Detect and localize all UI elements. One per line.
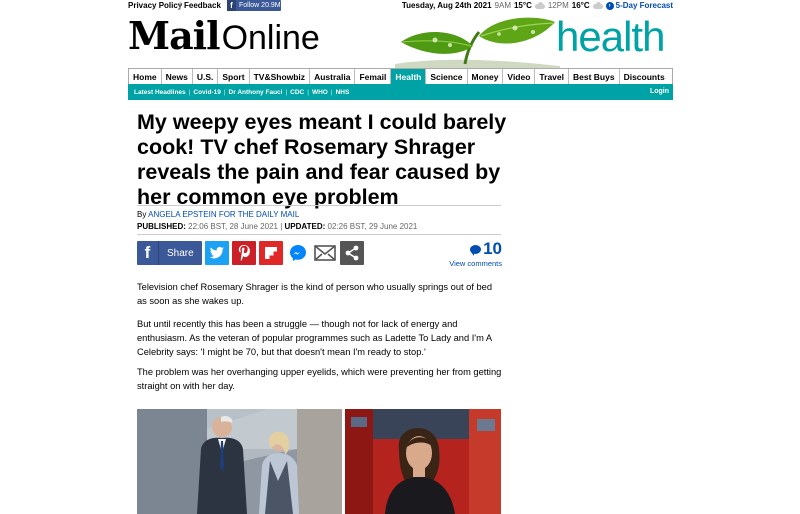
weather-time-1: 9AM xyxy=(494,1,511,10)
main-nav: Home News U.S. Sport TV&Showbiz Australi… xyxy=(128,68,673,84)
divider: | xyxy=(307,88,309,96)
article-headline: My weepy eyes meant I could barely cook!… xyxy=(137,110,507,209)
subnav-item-nhs[interactable]: NHS xyxy=(333,89,353,96)
published-label: PUBLISHED: xyxy=(137,222,186,231)
divider: | xyxy=(188,88,191,96)
nav-item-best-buys[interactable]: Best Buys xyxy=(569,69,620,84)
nav-item-sport[interactable]: Sport xyxy=(218,69,250,84)
article-paragraph: Television chef Rosemary Shrager is the … xyxy=(137,282,493,306)
weather-temp-2: 16°C xyxy=(571,1,590,10)
nav-item-home[interactable]: Home xyxy=(129,69,162,84)
share-label: Share xyxy=(167,247,194,259)
weather-temp-1: 15°C xyxy=(513,1,532,10)
subnav-item-who[interactable]: WHO xyxy=(309,89,331,96)
section-title: health xyxy=(556,13,665,60)
weather-time-2: 12PM xyxy=(547,1,569,10)
subnav-item-fauci[interactable]: Dr Anthony Fauci xyxy=(226,89,286,96)
article-dates: PUBLISHED: 22:06 BST, 28 June 2021 | UPD… xyxy=(137,222,417,231)
logo-online: Online xyxy=(221,19,320,57)
comment-bubble-icon xyxy=(470,244,482,256)
divider: | xyxy=(285,88,288,96)
facebook-share-button[interactable]: f Share xyxy=(137,241,202,265)
twitter-share-button[interactable] xyxy=(205,241,229,265)
comment-count-value: 10 xyxy=(483,239,502,258)
divider: | xyxy=(330,88,333,96)
privacy-policy-link[interactable]: Privacy Policy xyxy=(128,1,182,10)
updated-label: UPDATED: xyxy=(284,222,326,231)
divider xyxy=(137,205,501,206)
nav-item-tvshowbiz[interactable]: TV&Showbiz xyxy=(250,69,311,84)
envelope-icon xyxy=(314,245,336,261)
twitter-icon xyxy=(209,246,224,259)
article-image xyxy=(137,409,501,514)
comment-count[interactable]: 10 xyxy=(447,239,502,259)
pinterest-icon xyxy=(238,245,250,261)
author-link[interactable]: ANGELA EPSTEIN FOR THE DAILY MAIL xyxy=(148,210,299,219)
nav-item-health[interactable]: Health xyxy=(391,69,427,84)
login-link[interactable]: Login xyxy=(650,88,669,95)
nav-item-travel[interactable]: Travel xyxy=(535,69,569,84)
nav-item-femail[interactable]: Femail xyxy=(355,69,392,84)
flipboard-icon xyxy=(265,247,277,259)
flipboard-share-button[interactable] xyxy=(259,241,283,265)
subnav-item-latest-headlines[interactable]: Latest Headlines xyxy=(131,89,189,96)
subnav-item-covid[interactable]: Covid-19 xyxy=(190,89,223,96)
messenger-icon xyxy=(290,245,306,261)
sub-nav: Latest Headlines | Covid-19 | Dr Anthony… xyxy=(128,84,673,100)
article-paragraph: The problem was her overhanging upper ey… xyxy=(137,367,502,391)
cloud-icon xyxy=(534,2,545,9)
facebook-icon: f xyxy=(227,0,236,11)
nav-item-news[interactable]: News xyxy=(162,69,193,84)
weather-widget: Tuesday, Aug 24th 2021 9AM 15°C 12PM 16°… xyxy=(402,1,673,10)
pinterest-share-button[interactable] xyxy=(232,241,256,265)
logo-mail: Mail xyxy=(128,13,221,58)
nav-item-money[interactable]: Money xyxy=(468,69,504,84)
feedback-link[interactable]: Feedback xyxy=(184,1,221,10)
cloud-icon xyxy=(592,2,603,9)
updated-date: 02:26 BST, 29 June 2021 xyxy=(327,222,418,231)
nav-item-science[interactable]: Science xyxy=(426,69,468,84)
five-day-forecast-link[interactable]: › 5-Day Forecast xyxy=(605,1,673,10)
more-share-button[interactable] xyxy=(340,241,364,265)
byline: By ANGELA EPSTEIN FOR THE DAILY MAIL xyxy=(137,210,299,219)
mailonline-logo[interactable]: Mail Online xyxy=(128,13,320,58)
byline-prefix: By xyxy=(137,210,147,219)
nav-item-discounts[interactable]: Discounts xyxy=(620,69,669,84)
current-date: Tuesday, Aug 24th 2021 xyxy=(401,1,492,10)
top-utility-bar: Privacy Policy | Feedback f Follow 20.9M… xyxy=(128,0,673,12)
nav-item-video[interactable]: Video xyxy=(503,69,536,84)
share-icon xyxy=(345,245,359,261)
email-share-button[interactable] xyxy=(313,241,337,265)
follow-count: Follow 20.9M xyxy=(239,2,281,9)
leaf-banner-illustration xyxy=(395,17,560,68)
nav-item-australia[interactable]: Australia xyxy=(310,69,356,84)
facebook-follow-button[interactable]: f Follow 20.9M xyxy=(227,0,281,11)
subnav-item-cdc[interactable]: CDC xyxy=(287,89,307,96)
divider xyxy=(137,234,501,235)
comments-widget[interactable]: 10 View comments xyxy=(447,239,502,268)
play-icon: › xyxy=(605,1,614,10)
forecast-label: 5-Day Forecast xyxy=(615,1,673,10)
published-date: 22:06 BST, 28 June 2021 xyxy=(188,222,278,231)
article-paragraph: But until recently this has been a strug… xyxy=(137,319,492,357)
messenger-share-button[interactable] xyxy=(286,241,310,265)
share-bar: f Share xyxy=(137,241,364,266)
nav-item-us[interactable]: U.S. xyxy=(193,69,219,84)
view-comments-link[interactable]: View comments xyxy=(447,259,502,268)
divider: | xyxy=(179,1,182,10)
divider: | xyxy=(223,88,226,96)
facebook-icon: f xyxy=(137,241,159,265)
